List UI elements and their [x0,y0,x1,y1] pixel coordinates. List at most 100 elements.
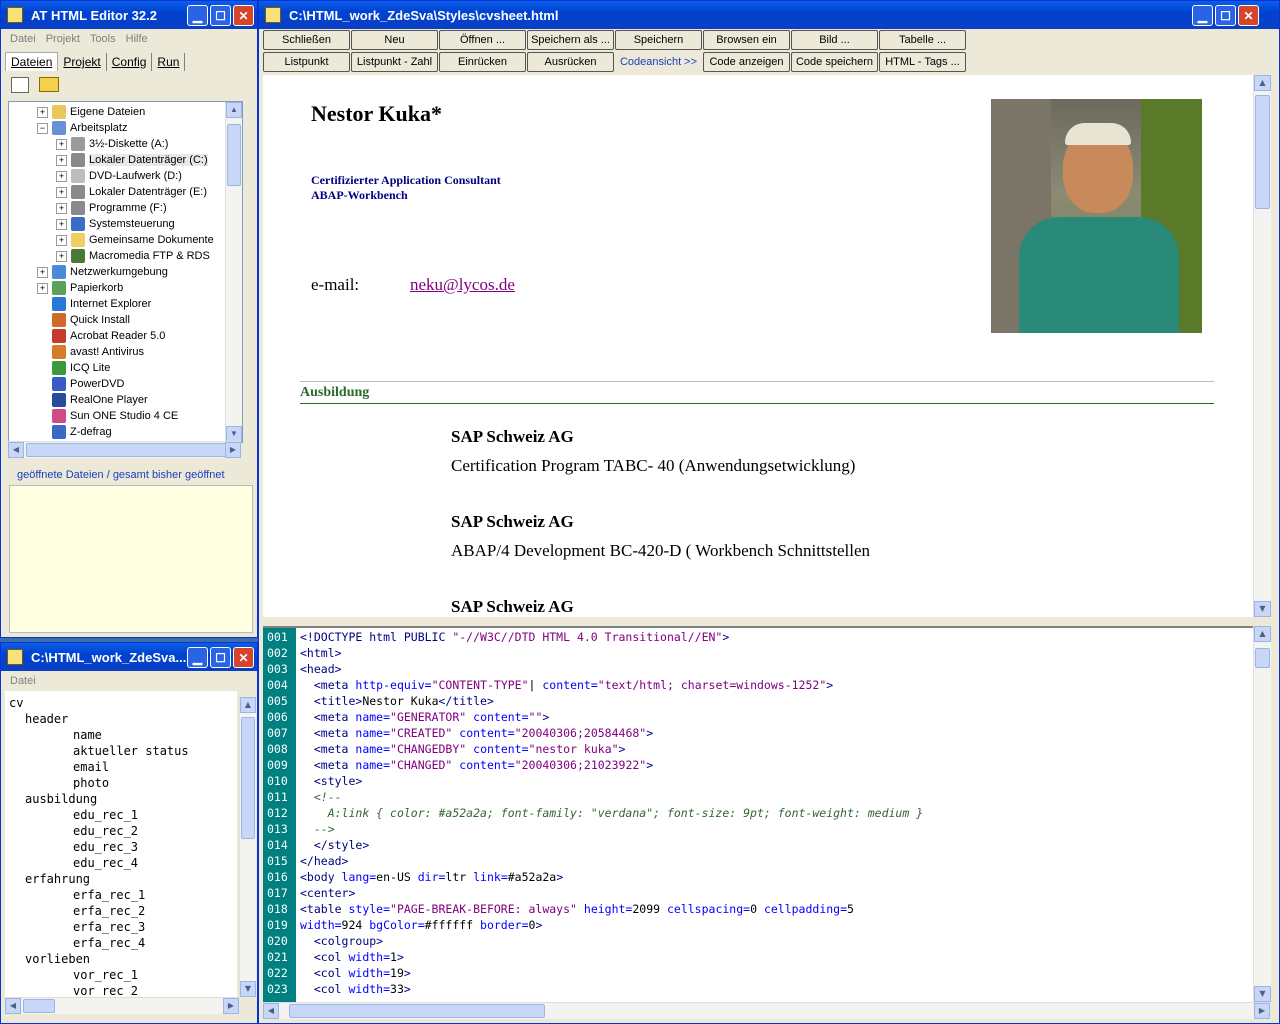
code-line[interactable]: <center> [300,885,1253,901]
outline-tree[interactable]: cv header name aktueller status email photo au… [5,691,237,997]
file-tree[interactable]: + Eigene Dateien − Arbeitsplatz +3½-Diskette… [8,101,243,443]
outline-hscroll[interactable]: ◀ ▶ [5,997,239,1014]
tree-expander-icon[interactable]: + [56,218,67,230]
scroll-right-icon[interactable]: ▶ [225,442,241,458]
minimize-icon[interactable]: ▁ [1192,5,1213,26]
browse-button[interactable]: Browsen ein [703,30,790,50]
code-line[interactable]: <style> [300,773,1253,789]
scroll-down-icon[interactable]: ▼ [1254,601,1271,617]
code-line[interactable]: --> [300,821,1253,837]
tree-item[interactable]: + DVD-Laufwerk (D:) [9,168,226,184]
tree-item[interactable]: + Netzwerkumgebung [9,264,226,280]
tree-item[interactable]: RealOne Player [9,392,226,408]
code-line[interactable]: </head> [300,853,1253,869]
tree-expander-icon[interactable]: + [56,234,67,246]
save-code-button[interactable]: Code speichern [791,52,878,72]
tree-expander-icon[interactable]: − [37,122,48,134]
outline-vscroll[interactable]: ▲ ▼ [239,697,256,997]
image-button[interactable]: Bild ... [791,30,878,50]
tree-item[interactable]: +3½-Diskette (A:) [9,136,226,152]
open-button[interactable]: Öffnen ... [439,30,526,50]
outline-item[interactable]: erfa_rec_2 [9,903,237,919]
tree-hscroll[interactable]: ◀ ▶ [8,441,241,458]
code-line[interactable]: <col width=19> [300,965,1253,981]
tree-item[interactable]: + Macromedia FTP & RDS [9,248,226,264]
tree-expander-icon[interactable]: + [56,202,67,214]
opened-files-panel[interactable] [9,485,253,633]
scroll-right-icon[interactable]: ▶ [1254,1003,1270,1019]
scroll-up-icon[interactable]: ▲ [240,697,256,713]
scroll-thumb[interactable] [1255,95,1270,209]
tree-expander-icon[interactable]: + [37,282,48,294]
menu-tools[interactable]: Tools [90,33,116,45]
tree-expander-icon[interactable]: + [37,266,48,278]
hscroll-thumb[interactable] [23,999,55,1013]
outline-item[interactable]: ausbildung [9,791,237,807]
scroll-down-icon[interactable]: ▼ [240,981,256,997]
tree-view-icon[interactable] [11,77,29,93]
tree-expander-icon[interactable]: + [56,154,67,166]
save-as-button[interactable]: Speichern als ... [527,30,614,50]
code-line[interactable]: <!DOCTYPE html PUBLIC "-//W3C//DTD HTML … [300,629,1253,645]
tree-item[interactable]: + Gemeinsame Dokumente [9,232,226,248]
code-line[interactable]: <meta name="CHANGED" content="20040306;2… [300,757,1253,773]
tab-dateien[interactable]: Dateien [5,52,59,71]
open-folder-icon[interactable] [39,77,59,92]
outline-item[interactable]: edu_rec_4 [9,855,237,871]
tree-item[interactable]: + Lokaler Datenträger (E:) [9,184,226,200]
tree-expander-icon[interactable]: + [37,106,48,118]
maximize-icon[interactable]: ☐ [210,5,231,26]
tree-item[interactable]: + Programme (F:) [9,200,226,216]
outline-item[interactable]: erfa_rec_4 [9,935,237,951]
outline-titlebar[interactable]: C:\HTML_work_ZdeSva... ▁ ☐ ✕ [1,643,257,671]
email-link[interactable]: neku@lycos.de [410,275,515,295]
file-explorer-titlebar[interactable]: AT HTML Editor 32.2 ▁ ☐ ✕ [1,1,257,29]
table-button[interactable]: Tabelle ... [879,30,966,50]
code-line[interactable]: <col width=1> [300,949,1253,965]
preview-vscroll[interactable]: ▲ ▼ [1253,75,1271,617]
tree-expander-icon[interactable]: + [56,250,67,262]
tree-item[interactable]: + Eigene Dateien [9,104,226,120]
code-hscroll[interactable]: ◀ ▶ [263,1002,1270,1019]
code-line[interactable]: <meta name="CREATED" content="20040306;2… [300,725,1253,741]
outline-item[interactable]: edu_rec_2 [9,823,237,839]
code-editor[interactable]: 001 002 003 004 005 006 007 008 009 010 011 012 013 0… [263,626,1253,1004]
code-line[interactable]: <title>Nestor Kuka</title> [300,693,1253,709]
tree-item[interactable]: − Arbeitsplatz [9,120,226,136]
scroll-thumb[interactable] [1255,648,1270,668]
code-line[interactable]: <table style="PAGE-BREAK-BEFORE: always"… [300,901,1253,917]
tree-item[interactable]: + Papierkorb [9,280,226,296]
scroll-up-icon[interactable]: ▲ [1254,626,1271,642]
html-preview[interactable]: Nestor Kuka* Certifizierter Application … [263,75,1253,617]
new-button[interactable]: Neu [351,30,438,50]
tree-item[interactable]: avast! Antivirus [9,344,226,360]
close-button[interactable]: Schließen [263,30,350,50]
outline-item[interactable]: erfahrung [9,871,237,887]
indent-button[interactable]: Einrücken [439,52,526,72]
menu-hilfe[interactable]: Hilfe [126,33,148,45]
tree-item[interactable]: Sun ONE Studio 4 CE [9,408,226,424]
outline-item[interactable]: erfa_rec_3 [9,919,237,935]
scroll-down-icon[interactable]: ▼ [1254,986,1271,1002]
tree-item[interactable]: PowerDVD [9,376,226,392]
outline-item[interactable]: erfa_rec_1 [9,887,237,903]
tree-expander-icon[interactable]: + [56,170,67,182]
scroll-right-icon[interactable]: ▶ [223,998,239,1014]
show-code-button[interactable]: Code anzeigen [703,52,790,72]
code-line[interactable]: <meta http-equiv="CONTENT-TYPE"| content… [300,677,1253,693]
outline-item[interactable]: cv [9,695,237,711]
tree-item[interactable]: Quick Install [9,312,226,328]
tab-run[interactable]: Run [152,53,186,71]
minimize-icon[interactable]: ▁ [187,647,208,668]
scroll-down-icon[interactable]: ▼ [226,426,242,442]
outline-item[interactable]: email [9,759,237,775]
code-line[interactable]: <meta name="CHANGEDBY" content="nestor k… [300,741,1253,757]
code-line[interactable]: A:link { color: #a52a2a; font-family: "v… [300,805,1253,821]
code-line[interactable]: <col width=33> [300,981,1253,997]
outline-item[interactable]: vor_rec_1 [9,967,237,983]
hscroll-thumb[interactable] [26,443,228,457]
outline-item[interactable]: vorlieben [9,951,237,967]
tree-item[interactable]: Acrobat Reader 5.0 [9,328,226,344]
menu-datei[interactable]: Datei [10,33,36,45]
close-icon[interactable]: ✕ [233,5,254,26]
